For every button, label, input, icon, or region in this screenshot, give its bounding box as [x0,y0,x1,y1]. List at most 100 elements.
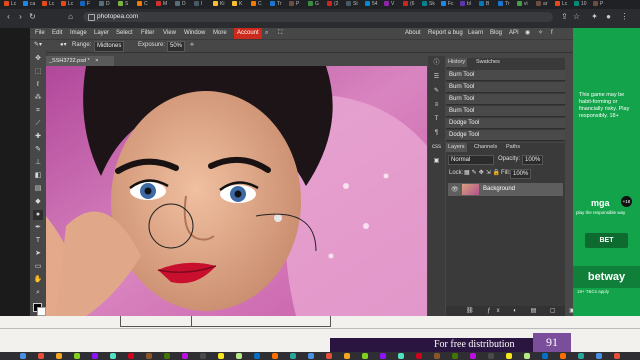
brush-size-icon[interactable]: ●▾ [60,41,67,50]
browser-tab[interactable]: Lc [555,1,572,8]
menu-filter[interactable]: Filter [141,28,154,39]
pen-tool-icon[interactable]: ✒ [33,223,43,233]
browser-tab[interactable]: ar [536,1,553,8]
browser-tab[interactable]: M [156,1,173,8]
type-tool-icon[interactable]: T [33,236,43,246]
history-item[interactable]: Burn Tool [446,70,565,81]
share-icon[interactable]: ⇪ [560,12,569,21]
browser-tab[interactable]: Fc [441,1,458,8]
address-bar[interactable]: photopea.com [83,12,553,22]
profile-icon[interactable]: ● [604,12,613,21]
browser-tab[interactable]: C [251,1,268,8]
browser-tab[interactable]: 10 [574,1,591,8]
extensions-icon[interactable]: ✦ [590,12,599,21]
twitter-icon[interactable]: ✧ [538,28,543,39]
adjustments-icon[interactable]: ≡ [431,100,442,111]
browser-tab[interactable]: S [118,1,135,8]
history-icon[interactable]: ☰ [431,72,442,83]
healing-brush-tool-icon[interactable]: ✚ [33,132,43,142]
browser-tab[interactable]: G [308,1,325,8]
account-button[interactable]: Account [234,28,262,39]
dock-app-icon[interactable] [290,353,296,359]
dock-app-icon[interactable] [542,353,548,359]
dock-app-icon[interactable] [596,353,602,359]
dock-app-icon[interactable] [398,353,404,359]
menu-edit[interactable]: Edit [52,28,62,39]
marquee-tool-icon[interactable]: ⬚ [33,67,43,77]
dock-app-icon[interactable] [560,353,566,359]
bet-button[interactable]: BET [585,233,628,248]
dock-app-icon[interactable] [614,353,620,359]
dock-app-icon[interactable] [434,353,440,359]
tab-channels[interactable]: Channels [472,143,499,152]
path-select-tool-icon[interactable]: ➤ [33,249,43,259]
browser-tab[interactable]: C [137,1,154,8]
eraser-tool-icon[interactable]: ◧ [33,171,43,181]
hand-tool-icon[interactable]: ✋ [33,275,43,285]
brush-panel-icon[interactable]: ✎ [431,86,442,97]
menu-image[interactable]: Image [70,28,87,39]
dock-app-icon[interactable] [110,353,116,359]
history-item[interactable]: Burn Tool [446,106,565,117]
reddit-icon[interactable]: ◉ [525,28,530,39]
forward-icon[interactable]: › [16,12,25,21]
opacity-input[interactable]: 100% [522,155,544,165]
history-item[interactable]: Dodge Tool [446,130,565,141]
blend-mode-select[interactable]: Normal [448,155,494,165]
browser-tab[interactable]: 54 [365,1,382,8]
info-icon[interactable]: ⓘ [431,58,442,69]
browser-tab[interactable]: Tr [270,1,287,8]
close-document-icon[interactable]: × [95,58,98,64]
dock-app-icon[interactable] [362,353,368,359]
browser-tab[interactable]: P [593,1,610,8]
dock-app-icon[interactable] [182,353,188,359]
browser-tab[interactable]: Tr [498,1,515,8]
dock-app-icon[interactable] [452,353,458,359]
range-select[interactable]: Midtones [94,41,125,52]
image-canvas[interactable] [46,66,427,316]
history-item[interactable]: Burn Tool [446,94,565,105]
browser-tab[interactable]: Lc [4,1,21,8]
betway-ad[interactable]: This game may be habit-forming or financ… [573,28,640,316]
tool-preset-icon[interactable]: ✎▾ [34,41,42,50]
gradient-tool-icon[interactable]: ▤ [33,184,43,194]
browser-tab[interactable]: Lc [61,1,78,8]
dock-app-icon[interactable] [164,353,170,359]
browser-tab[interactable]: St [346,1,363,8]
menu-more[interactable]: More [213,28,227,39]
browser-tab[interactable]: B [479,1,496,8]
dock-app-icon[interactable] [20,353,26,359]
dock-app-icon[interactable] [524,353,530,359]
dock-app-icon[interactable] [56,353,62,359]
browser-tab[interactable]: D [99,1,116,8]
document-tab[interactable]: _SSH3722.psd * × [46,56,114,66]
browser-tab[interactable]: vi [517,1,534,8]
image-panel-icon[interactable]: ▣ [431,156,442,167]
tab-swatches[interactable]: Swatches [474,58,502,67]
dock-app-icon[interactable] [236,353,242,359]
character-icon[interactable]: T [431,114,442,125]
brush-tool-icon[interactable]: ✎ [33,145,43,155]
menu-layer[interactable]: Layer [94,28,109,39]
tab-paths[interactable]: Paths [504,143,522,152]
facebook-icon[interactable]: f [551,28,553,39]
clone-stamp-tool-icon[interactable]: ⊥ [33,158,43,168]
exposure-input[interactable]: 50% [167,41,186,52]
visibility-eye-icon[interactable]: 👁 [451,186,459,193]
dock-app-icon[interactable] [92,353,98,359]
browser-tab[interactable]: (6 [403,1,420,8]
background-color-swatch[interactable] [37,307,46,316]
browser-tab[interactable]: P [289,1,306,8]
site-info-icon[interactable] [88,14,95,21]
browser-tab[interactable]: ca [23,1,40,8]
history-item[interactable]: Dodge Tool [446,118,565,129]
dock-app-icon[interactable] [128,353,134,359]
menu-file[interactable]: File [35,28,45,39]
lock-options-icon[interactable]: ▦✎✥⇲🔒 [464,169,502,176]
blur-tool-icon[interactable]: ◆ [33,197,43,207]
zoom-tool-icon[interactable]: ⌕ [33,288,43,298]
dock-app-icon[interactable] [380,353,386,359]
tab-history[interactable]: History [446,58,468,67]
menu-learn[interactable]: Learn [468,28,483,39]
browser-tab[interactable]: I [194,1,211,8]
